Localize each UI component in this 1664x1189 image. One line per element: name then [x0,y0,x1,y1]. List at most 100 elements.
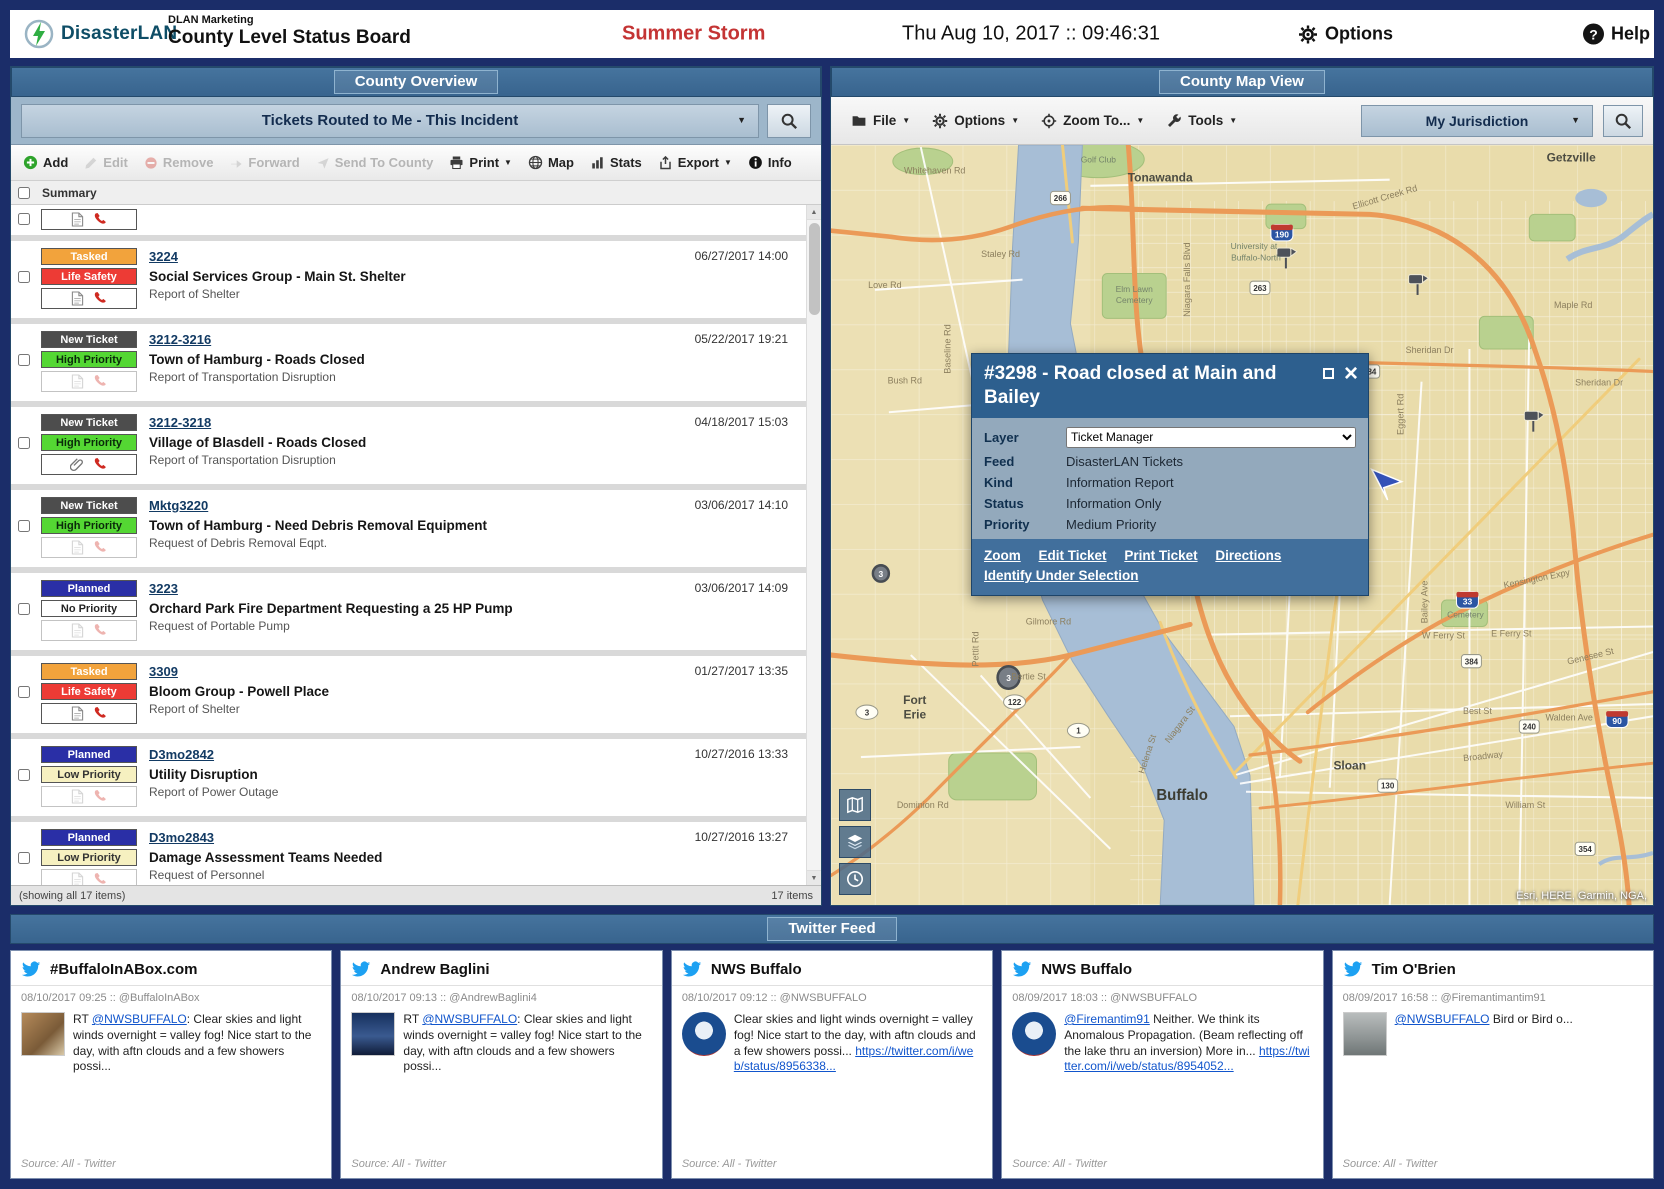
ticket-badges: New Ticket High Priority [41,331,137,392]
county-overview-panel: County Overview Tickets Routed to Me - T… [10,66,822,906]
ticket-row[interactable]: Planned No Priority 3223 Orchard Park Fi… [11,573,806,650]
forward-button[interactable]: Forward [221,155,307,170]
ticket-row-partial[interactable] [11,205,806,235]
edit-button[interactable]: Edit [76,155,136,170]
info-button[interactable]: Info [740,155,800,170]
svg-text:354: 354 [1579,845,1593,854]
popup-title: #3298 - Road closed at Main and Bailey [984,363,1276,408]
tweet-handle-link[interactable]: @NWSBUFFALO [422,1012,517,1026]
ticket-row[interactable]: Tasked Life Safety 3309 Bloom Group - Po… [11,656,806,733]
ticket-checkbox[interactable] [18,852,30,864]
tweet-handle-link[interactable]: @NWSBUFFALO [92,1012,187,1026]
ticket-id-link[interactable]: 3224 [149,249,178,264]
ticket-row[interactable]: Planned Low Priority D3mo2842 Utility Di… [11,739,806,816]
app-header: DisasterLAN DLAN Marketing County Level … [10,10,1654,58]
select-all-checkbox[interactable] [18,187,30,199]
popup-print-ticket-link[interactable]: Print Ticket [1124,548,1197,563]
export-button[interactable]: Export▼ [650,155,740,170]
popup-directions-link[interactable]: Directions [1215,548,1281,563]
priority-badge: High Priority [41,351,137,368]
tweet-handle-link[interactable]: @Firemantim91 [1064,1012,1150,1026]
chevron-down-icon: ▼ [1011,117,1019,125]
svg-text:Staley Rd: Staley Rd [981,249,1020,259]
ticket-checkbox[interactable] [18,603,30,615]
ticket-id-link[interactable]: 3212-3216 [149,332,211,347]
ticket-row[interactable]: Tasked Life Safety 3224 Social Services … [11,241,806,318]
print-button[interactable]: Print▼ [441,155,520,170]
popup-edit-ticket-link[interactable]: Edit Ticket [1039,548,1107,563]
basemap-button[interactable] [839,789,871,821]
popup-identify-link[interactable]: Identify Under Selection [984,568,1139,583]
scrollbar-thumb[interactable] [809,223,820,315]
stats-button[interactable]: Stats [582,155,650,170]
map-search-button[interactable] [1603,105,1643,137]
ticket-attachments [41,371,137,392]
phone-icon [93,623,108,638]
popup-header[interactable]: #3298 - Road closed at Main and Bailey × [972,354,1368,418]
ticket-id-link[interactable]: 3223 [149,581,178,596]
ticket-checkbox[interactable] [18,769,30,781]
ticket-content: 3212-3216 Town of Hamburg - Roads Closed… [137,331,796,392]
tweet-handle-link[interactable]: @NWSBUFFALO [1395,1012,1490,1026]
tweet-author: Tim O'Brien [1372,961,1456,978]
zoom-to-menu[interactable]: Zoom To...▼ [1031,113,1154,129]
options-button[interactable]: Options [1298,24,1393,45]
map-ticket-popup: #3298 - Road closed at Main and Bailey ×… [971,353,1369,596]
ticket-checkbox[interactable] [18,437,30,449]
popup-dock-icon[interactable] [1323,368,1334,379]
route-shield: 130 [1378,779,1398,792]
incident-name[interactable]: Summer Storm [622,23,765,46]
ticket-id-link[interactable]: 3212-3218 [149,415,211,430]
tweet-author: #BuffaloInABox.com [50,961,198,978]
remove-button[interactable]: Remove [136,155,222,170]
jurisdiction-dropdown[interactable]: My Jurisdiction ▼ [1361,105,1593,137]
popup-field-layer: Layer Ticket Manager [972,424,1368,451]
svg-text:Pettit Rd: Pettit Rd [971,631,981,666]
svg-text:Niagara Falls Blvd: Niagara Falls Blvd [1182,242,1192,316]
svg-text:Cemetery: Cemetery [1116,295,1153,305]
ticket-filter-dropdown[interactable]: Tickets Routed to Me - This Incident ▼ [21,104,759,138]
svg-text:University at: University at [1231,241,1278,251]
file-menu[interactable]: File▼ [841,113,920,129]
history-button[interactable] [839,863,871,895]
help-button[interactable]: ? Help [1583,24,1650,45]
add-button[interactable]: Add [15,155,76,170]
scroll-up-arrow[interactable]: ▲ [807,205,821,220]
layer-select[interactable]: Ticket Manager [1066,427,1356,448]
tweet-card: #BuffaloInABox.com 08/10/2017 09:25 :: @… [10,950,332,1179]
ticket-row[interactable]: New Ticket High Priority 3212-3218 Villa… [11,407,806,484]
ticket-row[interactable]: Planned Low Priority D3mo2843 Damage Ass… [11,822,806,885]
ticket-content: 3309 Bloom Group - Powell Place Report o… [137,663,796,724]
document-icon [71,872,84,885]
map-options-menu[interactable]: Options▼ [922,113,1029,129]
route-shield: 1 [1067,723,1089,737]
field-label: Kind [984,475,1066,490]
ticket-row[interactable]: New Ticket High Priority 3212-3216 Town … [11,324,806,401]
ticket-checkbox[interactable] [18,354,30,366]
list-scrollbar[interactable]: ▲ ▼ [806,205,821,885]
globe-icon [528,155,543,170]
map-toolbar: File▼ Options▼ Zoom To...▼ Tools▼ My Jur… [831,97,1653,145]
ticket-id-link[interactable]: D3mo2842 [149,747,214,762]
ticket-id-link[interactable]: D3mo2843 [149,830,214,845]
svg-text:Baseline Rd: Baseline Rd [943,324,953,373]
svg-text:Sheridan Dr: Sheridan Dr [1575,378,1623,388]
popup-close-icon[interactable]: × [1344,364,1358,383]
scroll-down-arrow[interactable]: ▼ [807,870,821,885]
current-datetime: Thu Aug 10, 2017 :: 09:46:31 [902,23,1160,46]
ticket-search-button[interactable] [767,104,811,138]
phone-icon [93,374,108,389]
tools-menu[interactable]: Tools▼ [1156,113,1247,129]
map-canvas[interactable]: 190903326632438426335413024038431221 33 … [831,145,1653,905]
map-button[interactable]: Map [520,155,582,170]
layers-button[interactable] [839,826,871,858]
ticket-checkbox[interactable] [18,520,30,532]
popup-zoom-link[interactable]: Zoom [984,548,1021,563]
ticket-checkbox[interactable] [18,271,30,283]
ticket-row[interactable]: New Ticket High Priority Mktg3220 Town o… [11,490,806,567]
ticket-id-link[interactable]: Mktg3220 [149,498,208,513]
ticket-checkbox[interactable] [18,686,30,698]
ticket-checkbox[interactable] [18,213,30,225]
ticket-id-link[interactable]: 3309 [149,664,178,679]
send-to-county-button[interactable]: Send To County [308,155,442,170]
